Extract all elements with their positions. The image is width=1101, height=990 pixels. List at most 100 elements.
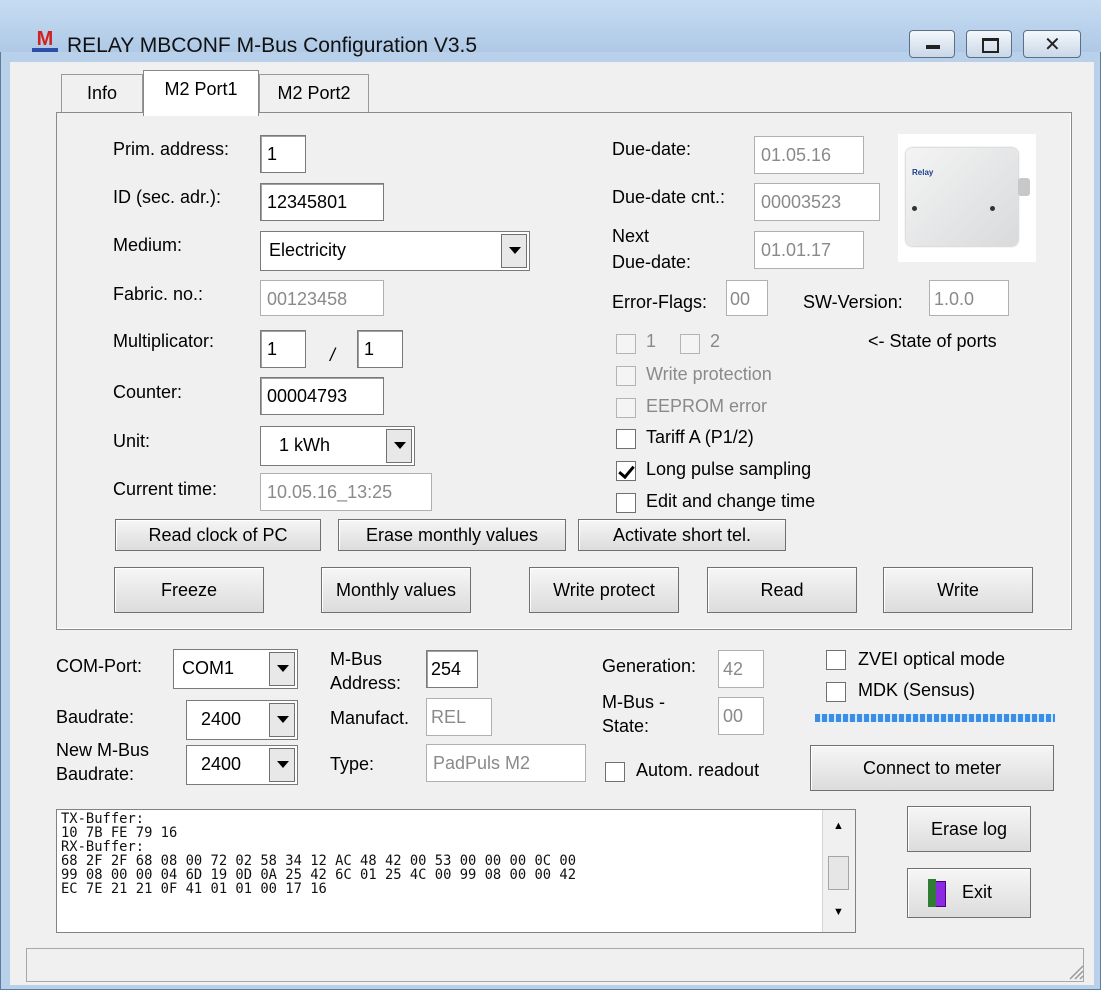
activate-short-tel-button[interactable]: Activate short tel. <box>578 519 786 551</box>
resize-grip-icon[interactable] <box>1066 962 1084 980</box>
write-protection-checkbox[interactable] <box>616 366 636 386</box>
baudrate-label: Baudrate: <box>56 707 135 727</box>
prim-address-input[interactable]: 1 <box>260 135 306 173</box>
counter-input[interactable]: 00004793 <box>260 377 384 415</box>
zvei-label: ZVEI optical mode <box>858 649 1006 669</box>
error-flags-input[interactable]: 00 <box>726 280 768 316</box>
minimize-icon <box>926 45 940 49</box>
write-button[interactable]: Write <box>883 567 1033 613</box>
due-date-input[interactable]: 01.05.16 <box>754 136 864 174</box>
sw-version-input[interactable]: 1.0.0 <box>929 280 1009 316</box>
next-due-label-line1: Next <box>612 226 650 246</box>
fabric-input[interactable]: 00123458 <box>260 280 384 316</box>
tab-m2-port2-label: M2 Port2 <box>277 83 351 103</box>
state-port-2-checkbox[interactable] <box>680 334 700 354</box>
next-due-date-input[interactable]: 01.01.17 <box>754 231 864 269</box>
tariff-checkbox[interactable] <box>616 429 636 449</box>
chevron-down-icon <box>269 652 295 686</box>
counter-label: Counter: <box>113 382 183 402</box>
log-scrollbar[interactable]: ▲ ▼ <box>822 810 855 932</box>
unit-value: 1 kWh <box>279 435 331 455</box>
state-port-1-checkbox[interactable] <box>616 334 636 354</box>
device-box <box>906 148 1018 246</box>
manufact-input[interactable]: REL <box>426 698 492 736</box>
edit-time-label: Edit and change time <box>646 491 816 511</box>
minimize-button[interactable] <box>909 30 955 58</box>
com-port-value: COM1 <box>182 658 235 678</box>
medium-select[interactable]: Electricity <box>260 231 530 271</box>
id-input[interactable]: 12345801 <box>260 183 384 221</box>
sw-version-label: SW-Version: <box>803 292 903 312</box>
erase-log-button[interactable]: Erase log <box>907 806 1031 852</box>
id-label: ID (sec. adr.): <box>113 187 222 207</box>
due-date-cnt-label: Due-date cnt.: <box>612 187 726 207</box>
generation-input[interactable]: 42 <box>718 650 764 688</box>
baudrate-select[interactable]: 2400 <box>186 700 298 740</box>
state-port-1-label: 1 <box>646 331 657 351</box>
mbus-state-label-line1: M-Bus - <box>602 692 665 712</box>
connect-button[interactable]: Connect to meter <box>810 745 1054 791</box>
eeprom-error-checkbox[interactable] <box>616 398 636 418</box>
tab-m2-port1[interactable]: M2 Port1 <box>143 70 259 116</box>
tab-m2-port2[interactable]: M2 Port2 <box>259 74 369 112</box>
close-button[interactable]: ✕ <box>1023 30 1081 58</box>
medium-label: Medium: <box>113 235 183 255</box>
device-screw-icon <box>912 206 917 211</box>
write-protection-label: Write protection <box>646 364 772 384</box>
log-text: TX-Buffer: 10 7B FE 79 16 RX-Buffer: 68 … <box>61 811 576 897</box>
maximize-button[interactable] <box>966 30 1012 58</box>
mbus-address-label-line1: M-Bus <box>330 649 383 669</box>
tab-m2-port1-label: M2 Port1 <box>164 79 238 99</box>
mbus-address-label: M-Bus Address: <box>330 649 401 693</box>
zvei-checkbox[interactable] <box>826 650 846 670</box>
manufact-label: Manufact. <box>330 708 410 728</box>
mbus-state-label-line2: State: <box>602 716 650 736</box>
autom-readout-checkbox[interactable] <box>605 762 625 782</box>
new-baudrate-select[interactable]: 2400 <box>186 745 298 785</box>
device-brand: Relay <box>912 168 934 177</box>
exit-label: Exit <box>962 882 993 902</box>
next-due-label-line2: Due-date: <box>612 252 692 272</box>
current-time-label: Current time: <box>113 479 218 499</box>
edit-time-checkbox[interactable] <box>616 493 636 513</box>
read-clock-button[interactable]: Read clock of PC <box>115 519 321 551</box>
progress-bar <box>815 714 1055 722</box>
erase-monthly-button[interactable]: Erase monthly values <box>338 519 566 551</box>
chevron-down-icon <box>386 429 412 463</box>
type-input[interactable]: PadPuls M2 <box>426 744 586 782</box>
scroll-down-icon[interactable]: ▼ <box>833 906 844 918</box>
eeprom-error-label: EEPROM error <box>646 396 768 416</box>
generation-label: Generation: <box>602 656 697 676</box>
unit-select[interactable]: 1 kWh <box>260 426 415 466</box>
mbus-state-input[interactable]: 00 <box>718 697 764 735</box>
next-due-date-label: Next Due-date: <box>612 226 691 272</box>
mbus-state-label: M-Bus - State: <box>602 692 665 736</box>
new-baudrate-label: New M-Bus Baudrate: <box>56 740 149 784</box>
exit-button[interactable]: Exit <box>907 868 1031 918</box>
chevron-down-icon <box>269 703 295 737</box>
multiplicator-denominator-input[interactable]: 1 <box>357 330 403 368</box>
fabric-label: Fabric. no.: <box>113 284 204 304</box>
long-pulse-checkbox[interactable] <box>616 461 636 481</box>
tab-info[interactable]: Info <box>61 74 143 112</box>
app-icon: M <box>30 28 60 52</box>
prim-address-label: Prim. address: <box>113 139 230 159</box>
mbus-address-input[interactable]: 254 <box>426 650 478 688</box>
scroll-thumb[interactable] <box>828 856 849 890</box>
multiplicator-numerator-input[interactable]: 1 <box>260 330 306 368</box>
mdk-checkbox[interactable] <box>826 682 846 702</box>
window-title: RELAY MBCONF M-Bus Configuration V3.5 <box>67 34 478 57</box>
new-baudrate-value: 2400 <box>201 754 242 774</box>
scroll-up-icon[interactable]: ▲ <box>833 820 844 832</box>
status-bar <box>26 948 1084 982</box>
new-baudrate-label-line1: New M-Bus <box>56 740 150 760</box>
write-protect-button[interactable]: Write protect <box>529 567 679 613</box>
due-date-cnt-input[interactable]: 00003523 <box>754 183 880 221</box>
freeze-button[interactable]: Freeze <box>114 567 264 613</box>
log-textarea[interactable]: TX-Buffer: 10 7B FE 79 16 RX-Buffer: 68 … <box>56 809 856 933</box>
com-port-label: COM-Port: <box>56 656 143 676</box>
monthly-values-button[interactable]: Monthly values <box>321 567 471 613</box>
current-time-input[interactable]: 10.05.16_13:25 <box>260 473 432 511</box>
com-port-select[interactable]: COM1 <box>173 649 298 689</box>
read-button[interactable]: Read <box>707 567 857 613</box>
